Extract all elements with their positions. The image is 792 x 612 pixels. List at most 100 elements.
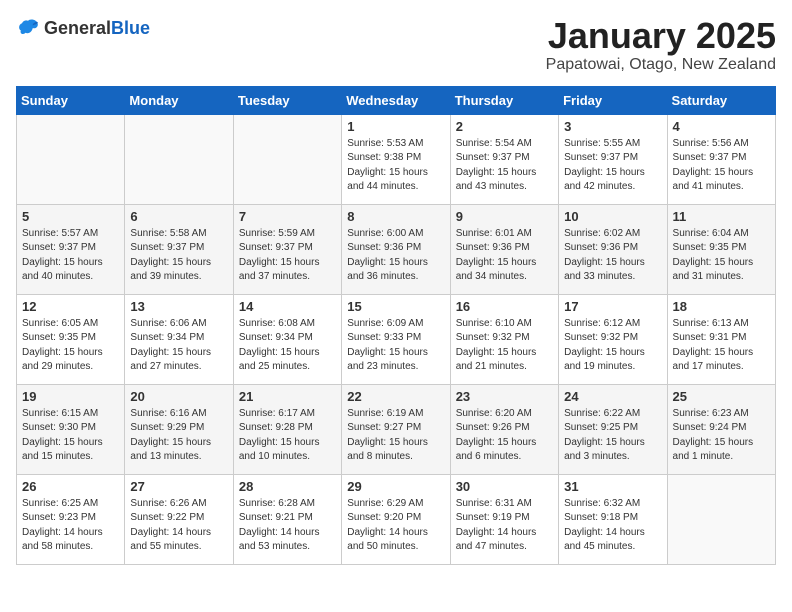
calendar-cell: 1Sunrise: 5:53 AM Sunset: 9:38 PM Daylig… [342, 114, 450, 204]
day-info: Sunrise: 6:15 AM Sunset: 9:30 PM Dayligh… [22, 407, 119, 465]
calendar-cell: 28 Sunrise: 6:28 AM Sunset: 9:21 PM Dayli… [233, 474, 341, 564]
day-number: 18 [673, 299, 770, 314]
day-info: Sunrise: 5:55 AM Sunset: 9:37 PM Dayligh… [564, 137, 661, 195]
weekday-header: Tuesday [233, 86, 341, 114]
calendar-cell [233, 114, 341, 204]
day-number: 13 [130, 299, 227, 314]
calendar-cell: 7 Sunrise: 5:59 AM Sunset: 9:37 PM Daylig… [233, 204, 341, 294]
calendar-cell: 4 Sunrise: 5:56 AM Sunset: 9:37 PM Daylig… [667, 114, 775, 204]
day-info: Sunrise: 6:19 AM Sunset: 9:27 PM Dayligh… [347, 407, 444, 465]
calendar-cell: 14 Sunrise: 6:08 AM Sunset: 9:34 PM Dayli… [233, 294, 341, 384]
calendar-cell: 27Sunrise: 6:26 AM Sunset: 9:22 PM Dayli… [125, 474, 233, 564]
day-number: 28 [239, 479, 336, 494]
calendar-cell: 13Sunrise: 6:06 AM Sunset: 9:34 PM Dayli… [125, 294, 233, 384]
day-info: Sunrise: 6:09 AM Sunset: 9:33 PM Dayligh… [347, 317, 444, 375]
day-number: 10 [564, 209, 661, 224]
calendar-cell: 11 Sunrise: 6:04 AM Sunset: 9:35 PM Dayli… [667, 204, 775, 294]
day-number: 11 [673, 209, 770, 224]
day-number: 23 [456, 389, 553, 404]
day-number: 4 [673, 119, 770, 134]
calendar-cell: 21 Sunrise: 6:17 AM Sunset: 9:28 PM Dayli… [233, 384, 341, 474]
calendar-cell: 31Sunrise: 6:32 AM Sunset: 9:18 PM Dayli… [559, 474, 667, 564]
logo-text: GeneralBlue [44, 18, 150, 39]
day-info: Sunrise: 6:23 AM Sunset: 9:24 PM Dayligh… [673, 407, 770, 465]
day-info: Sunrise: 5:53 AM Sunset: 9:38 PM Dayligh… [347, 137, 444, 195]
day-info: Sunrise: 6:31 AM Sunset: 9:19 PM Dayligh… [456, 497, 553, 555]
calendar-cell: 29 Sunrise: 6:29 AM Sunset: 9:20 PM Dayli… [342, 474, 450, 564]
calendar-cell: 17 Sunrise: 6:12 AM Sunset: 9:32 PM Dayli… [559, 294, 667, 384]
day-info: Sunrise: 6:10 AM Sunset: 9:32 PM Dayligh… [456, 317, 553, 375]
weekday-header: Saturday [667, 86, 775, 114]
day-number: 5 [22, 209, 119, 224]
calendar-cell [17, 114, 125, 204]
calendar-week-row: 5Sunrise: 5:57 AM Sunset: 9:37 PM Daylig… [17, 204, 776, 294]
day-info: Sunrise: 6:01 AM Sunset: 9:36 PM Dayligh… [456, 227, 553, 285]
calendar-cell: 2 Sunrise: 5:54 AM Sunset: 9:37 PM Daylig… [450, 114, 558, 204]
day-number: 15 [347, 299, 444, 314]
calendar-cell [125, 114, 233, 204]
day-info: Sunrise: 6:08 AM Sunset: 9:34 PM Dayligh… [239, 317, 336, 375]
day-number: 16 [456, 299, 553, 314]
day-number: 9 [456, 209, 553, 224]
day-number: 2 [456, 119, 553, 134]
logo-general: General [44, 18, 111, 38]
day-number: 6 [130, 209, 227, 224]
calendar-cell [667, 474, 775, 564]
day-info: Sunrise: 6:12 AM Sunset: 9:32 PM Dayligh… [564, 317, 661, 375]
weekday-header: Wednesday [342, 86, 450, 114]
calendar-week-row: 1Sunrise: 5:53 AM Sunset: 9:38 PM Daylig… [17, 114, 776, 204]
day-number: 26 [22, 479, 119, 494]
page-header: GeneralBlue January 2025 Papatowai, Otag… [16, 16, 776, 74]
day-number: 24 [564, 389, 661, 404]
day-info: Sunrise: 5:59 AM Sunset: 9:37 PM Dayligh… [239, 227, 336, 285]
calendar-cell: 8 Sunrise: 6:00 AM Sunset: 9:36 PM Daylig… [342, 204, 450, 294]
calendar-cell: 10 Sunrise: 6:02 AM Sunset: 9:36 PM Dayli… [559, 204, 667, 294]
calendar-cell: 9 Sunrise: 6:01 AM Sunset: 9:36 PM Daylig… [450, 204, 558, 294]
day-info: Sunrise: 6:00 AM Sunset: 9:36 PM Dayligh… [347, 227, 444, 285]
day-number: 20 [130, 389, 227, 404]
day-info: Sunrise: 6:28 AM Sunset: 9:21 PM Dayligh… [239, 497, 336, 555]
calendar-table: SundayMondayTuesdayWednesdayThursdayFrid… [16, 86, 776, 565]
calendar-cell: 5Sunrise: 5:57 AM Sunset: 9:37 PM Daylig… [17, 204, 125, 294]
day-number: 21 [239, 389, 336, 404]
day-info: Sunrise: 6:05 AM Sunset: 9:35 PM Dayligh… [22, 317, 119, 375]
day-number: 17 [564, 299, 661, 314]
calendar-cell: 25Sunrise: 6:23 AM Sunset: 9:24 PM Dayli… [667, 384, 775, 474]
title-block: January 2025 Papatowai, Otago, New Zeala… [546, 16, 776, 74]
day-number: 31 [564, 479, 661, 494]
calendar-cell: 24 Sunrise: 6:22 AM Sunset: 9:25 PM Dayli… [559, 384, 667, 474]
calendar-cell: 19 Sunrise: 6:15 AM Sunset: 9:30 PM Dayli… [17, 384, 125, 474]
day-info: Sunrise: 6:25 AM Sunset: 9:23 PM Dayligh… [22, 497, 119, 555]
day-info: Sunrise: 6:13 AM Sunset: 9:31 PM Dayligh… [673, 317, 770, 375]
weekday-header: Friday [559, 86, 667, 114]
day-info: Sunrise: 6:17 AM Sunset: 9:28 PM Dayligh… [239, 407, 336, 465]
day-info: Sunrise: 6:02 AM Sunset: 9:36 PM Dayligh… [564, 227, 661, 285]
day-number: 3 [564, 119, 661, 134]
calendar-cell: 6Sunrise: 5:58 AM Sunset: 9:37 PM Daylig… [125, 204, 233, 294]
day-number: 30 [456, 479, 553, 494]
calendar-cell: 26 Sunrise: 6:25 AM Sunset: 9:23 PM Dayli… [17, 474, 125, 564]
day-number: 29 [347, 479, 444, 494]
weekday-header: Sunday [17, 86, 125, 114]
day-number: 19 [22, 389, 119, 404]
calendar-cell: 23Sunrise: 6:20 AM Sunset: 9:26 PM Dayli… [450, 384, 558, 474]
day-number: 8 [347, 209, 444, 224]
month-title: January 2025 [546, 16, 776, 56]
day-info: Sunrise: 6:16 AM Sunset: 9:29 PM Dayligh… [130, 407, 227, 465]
day-info: Sunrise: 6:22 AM Sunset: 9:25 PM Dayligh… [564, 407, 661, 465]
day-info: Sunrise: 5:54 AM Sunset: 9:37 PM Dayligh… [456, 137, 553, 195]
day-number: 12 [22, 299, 119, 314]
calendar-week-row: 26 Sunrise: 6:25 AM Sunset: 9:23 PM Dayli… [17, 474, 776, 564]
day-info: Sunrise: 6:04 AM Sunset: 9:35 PM Dayligh… [673, 227, 770, 285]
day-number: 7 [239, 209, 336, 224]
calendar-cell: 30 Sunrise: 6:31 AM Sunset: 9:19 PM Dayli… [450, 474, 558, 564]
calendar-cell: 12 Sunrise: 6:05 AM Sunset: 9:35 PM Dayli… [17, 294, 125, 384]
calendar-cell: 22Sunrise: 6:19 AM Sunset: 9:27 PM Dayli… [342, 384, 450, 474]
day-info: Sunrise: 6:29 AM Sunset: 9:20 PM Dayligh… [347, 497, 444, 555]
calendar-cell: 3 Sunrise: 5:55 AM Sunset: 9:37 PM Daylig… [559, 114, 667, 204]
day-info: Sunrise: 5:56 AM Sunset: 9:37 PM Dayligh… [673, 137, 770, 195]
day-number: 14 [239, 299, 336, 314]
calendar-cell: 16 Sunrise: 6:10 AM Sunset: 9:32 PM Dayli… [450, 294, 558, 384]
location-title: Papatowai, Otago, New Zealand [546, 56, 776, 74]
weekday-header: Monday [125, 86, 233, 114]
